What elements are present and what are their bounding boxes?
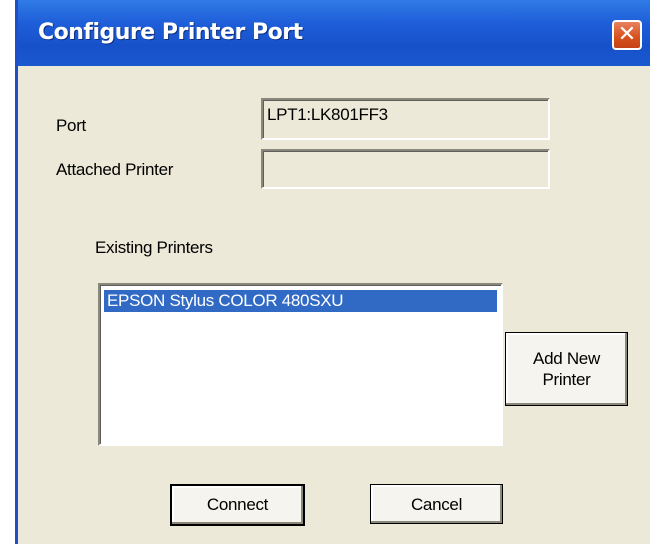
connect-label: Connect	[206, 495, 269, 514]
list-item[interactable]: EPSON Stylus COLOR 480SXU	[104, 290, 497, 312]
add-new-printer-label-line1: Add New	[533, 349, 600, 368]
add-new-printer-button[interactable]: Add New Printer	[505, 332, 628, 406]
port-label: Port	[56, 116, 86, 135]
cancel-label: Cancel	[410, 494, 463, 514]
existing-printers-list[interactable]: EPSON Stylus COLOR 480SXU	[98, 283, 503, 446]
add-new-printer-label-line2: Printer	[542, 370, 591, 389]
close-button[interactable]: ✕	[612, 20, 642, 50]
existing-printers-label: Existing Printers	[95, 238, 213, 257]
port-field[interactable]: LPT1:LK801FF3	[261, 98, 550, 140]
attached-printer-label: Attached Printer	[56, 160, 174, 179]
connect-button[interactable]: Connect	[170, 484, 305, 526]
title-bar: Configure Printer Port ✕	[18, 0, 650, 66]
close-icon: ✕	[617, 22, 637, 47]
attached-printer-field[interactable]	[261, 149, 550, 189]
cancel-button[interactable]: Cancel	[370, 484, 503, 524]
dialog-title: Configure Printer Port	[38, 20, 303, 45]
configure-printer-port-dialog: Configure Printer Port ✕ Port LPT1:LK801…	[15, 0, 650, 544]
